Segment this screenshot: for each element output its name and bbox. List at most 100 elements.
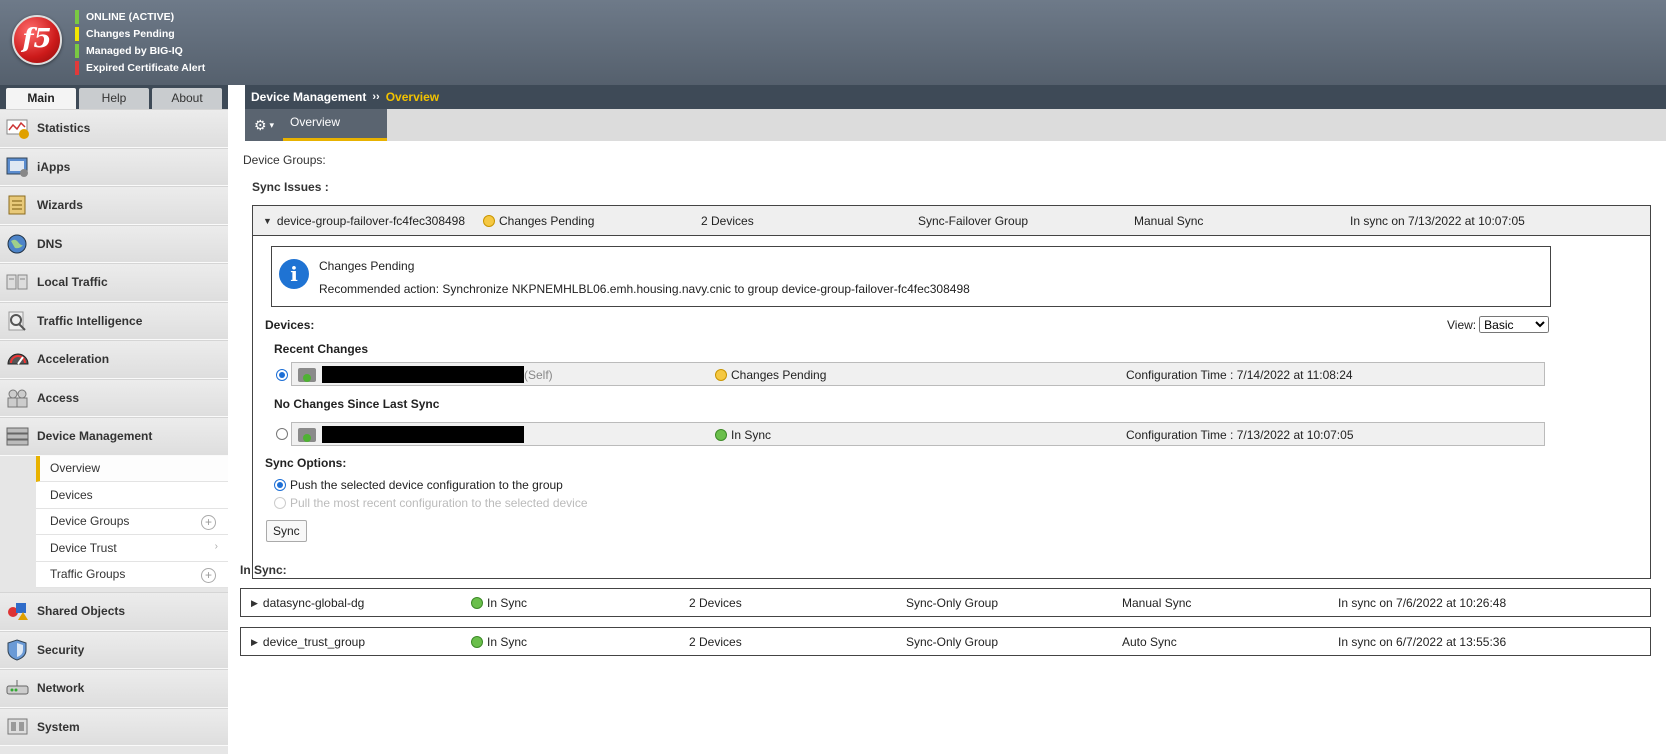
view-label: View: xyxy=(1447,317,1477,332)
gear-icon: ⚙ xyxy=(253,116,267,133)
breadcrumb-parent[interactable]: Device Management xyxy=(251,90,366,104)
device-icon xyxy=(298,367,316,382)
pending-status-icon xyxy=(483,215,495,227)
status-text: Changes Pending xyxy=(731,368,827,382)
nav-shared-objects[interactable]: Shared Objects xyxy=(0,592,228,631)
group-sync-mode: Manual Sync xyxy=(1134,214,1204,228)
header-banner: f5 ONLINE (ACTIVE) Changes Pending Manag… xyxy=(0,0,1666,85)
group-row-device-trust[interactable]: ▶ device_trust_group In Sync 2 Devices Sy… xyxy=(240,627,1651,656)
expanded-arrow-icon[interactable]: ▼ xyxy=(263,216,272,226)
nav-system[interactable]: System xyxy=(0,707,228,746)
nav-traffic-intelligence[interactable]: Traffic Intelligence xyxy=(0,301,228,340)
nav-label: Access xyxy=(37,390,80,405)
recent-changes-label: Recent Changes xyxy=(274,342,369,356)
push-option-label[interactable]: Push the selected device configuration t… xyxy=(290,478,563,492)
main-content: Device Groups: Sync Issues : ▼ device-gro… xyxy=(240,141,1666,754)
globe-icon xyxy=(6,233,30,255)
status-changes-pending[interactable]: Changes Pending xyxy=(75,25,205,42)
device2-status: In Sync xyxy=(715,428,771,442)
group-sync-time: In sync on 7/6/2022 at 10:26:48 xyxy=(1338,596,1507,610)
tab-help[interactable]: Help xyxy=(79,88,149,109)
breadcrumb-current: Overview xyxy=(385,90,440,104)
device1-row[interactable]: (Self) Changes Pending Configuration Tim… xyxy=(291,362,1545,386)
add-icon[interactable]: + xyxy=(201,567,216,583)
view-select[interactable]: Basic xyxy=(1479,316,1550,333)
left-navigation: Main Help About Statistics iApps Wizards… xyxy=(0,85,228,754)
status-cert-alert-label[interactable]: Expired Certificate Alert xyxy=(86,62,205,74)
network-icon xyxy=(6,677,30,699)
group-sync-mode: Auto Sync xyxy=(1122,635,1177,649)
in-sync-status-icon xyxy=(471,597,483,609)
group-name-cell[interactable]: ▶ datasync-global-dg xyxy=(251,596,364,610)
nav-security[interactable]: Security xyxy=(0,630,228,669)
status-changes-pending-label[interactable]: Changes Pending xyxy=(86,28,175,40)
nav-label: Traffic Intelligence xyxy=(37,313,143,328)
group-name: device_trust_group xyxy=(262,635,365,649)
tab-about[interactable]: About xyxy=(152,88,222,109)
subnav-label: Device Trust xyxy=(50,540,117,555)
sync-options-label: Sync Options: xyxy=(265,456,347,470)
subnav-devices[interactable]: Devices xyxy=(36,482,228,509)
f5-logo[interactable]: f5 xyxy=(12,15,62,65)
failover-group-name-cell[interactable]: ▼ device-group-failover-fc4fec308498 xyxy=(263,214,465,228)
nav-iapps[interactable]: iApps xyxy=(0,147,228,186)
nav-acceleration[interactable]: Acceleration xyxy=(0,340,228,379)
system-icon xyxy=(6,716,30,738)
group-sync-mode: Manual Sync xyxy=(1122,596,1192,610)
pull-option-radio xyxy=(274,497,286,509)
nav-local-traffic[interactable]: Local Traffic xyxy=(0,263,228,302)
device2-name-cell xyxy=(298,426,524,443)
nav-dns[interactable]: DNS xyxy=(0,224,228,263)
nav-label: Security xyxy=(37,642,85,657)
statistics-icon xyxy=(6,117,30,140)
breadcrumb: Device Management ›› Overview xyxy=(245,85,1666,109)
nav-statistics[interactable]: Statistics xyxy=(0,109,228,148)
tab-overview[interactable]: Overview xyxy=(283,109,387,141)
subnav-device-trust[interactable]: Device Trust › xyxy=(36,535,228,562)
nav-label: DNS xyxy=(37,236,63,251)
no-changes-label: No Changes Since Last Sync xyxy=(274,397,440,411)
collapsed-arrow-icon[interactable]: ▶ xyxy=(251,598,258,609)
status-managed: Managed by BIG-IQ xyxy=(75,42,205,59)
group-device-count: 2 Devices xyxy=(701,214,754,228)
subnav-label: Traffic Groups xyxy=(50,567,126,582)
add-icon[interactable]: + xyxy=(201,514,216,530)
in-sync-label: In Sync: xyxy=(240,563,287,577)
chevron-down-icon: ▾ xyxy=(269,119,275,130)
status-text: In Sync xyxy=(731,428,772,442)
group-type: Sync-Only Group xyxy=(906,635,999,649)
gear-menu-button[interactable]: ⚙ ▾ xyxy=(245,109,283,141)
redacted-hostname xyxy=(322,366,524,383)
group-name-cell[interactable]: ▶ device_trust_group xyxy=(251,635,365,649)
group-device-count: 2 Devices xyxy=(689,596,742,610)
subnav-label: Overview xyxy=(50,461,101,476)
group-row-content: ▶ datasync-global-dg In Sync 2 Devices Sy… xyxy=(241,589,1650,619)
group-row-datasync[interactable]: ▶ datasync-global-dg In Sync 2 Devices Sy… xyxy=(240,588,1651,617)
collapsed-arrow-icon[interactable]: ▶ xyxy=(251,637,258,648)
status-managed-label: Managed by BIG-IQ xyxy=(86,44,183,57)
group-row-content: ▶ device_trust_group In Sync 2 Devices Sy… xyxy=(241,628,1650,658)
nav-label: iApps xyxy=(37,159,71,174)
devices-label: Devices: xyxy=(265,318,315,332)
sync-button[interactable]: Sync xyxy=(266,520,307,542)
device2-radio[interactable] xyxy=(276,428,288,440)
subnav-overview[interactable]: Overview xyxy=(36,455,228,482)
tab-main[interactable]: Main xyxy=(6,88,76,109)
device1-radio[interactable] xyxy=(276,369,288,381)
iapps-icon xyxy=(6,156,30,178)
device2-row[interactable]: In Sync Configuration Time : 7/13/2022 a… xyxy=(291,422,1545,446)
failover-group-header[interactable]: ▼ device-group-failover-fc4fec308498 Chan… xyxy=(253,206,1650,236)
device1-config-time: Configuration Time : 7/14/2022 at 11:08:… xyxy=(1126,368,1353,382)
nav-wizards[interactable]: Wizards xyxy=(0,186,228,225)
nav-device-management[interactable]: Device Management xyxy=(0,417,228,456)
sync-issues-label: Sync Issues : xyxy=(252,180,329,194)
pull-option-label: Pull the most recent configuration to th… xyxy=(290,496,588,510)
subnav-device-groups[interactable]: Device Groups + xyxy=(36,509,228,535)
subnav-traffic-groups[interactable]: Traffic Groups + xyxy=(36,562,228,588)
info-icon: i xyxy=(279,259,309,289)
push-option-radio[interactable] xyxy=(274,479,286,491)
nav-access[interactable]: Access xyxy=(0,378,228,417)
pending-status-icon xyxy=(715,369,727,381)
status-cert-alert[interactable]: Expired Certificate Alert xyxy=(75,59,205,76)
nav-network[interactable]: Network xyxy=(0,669,228,708)
